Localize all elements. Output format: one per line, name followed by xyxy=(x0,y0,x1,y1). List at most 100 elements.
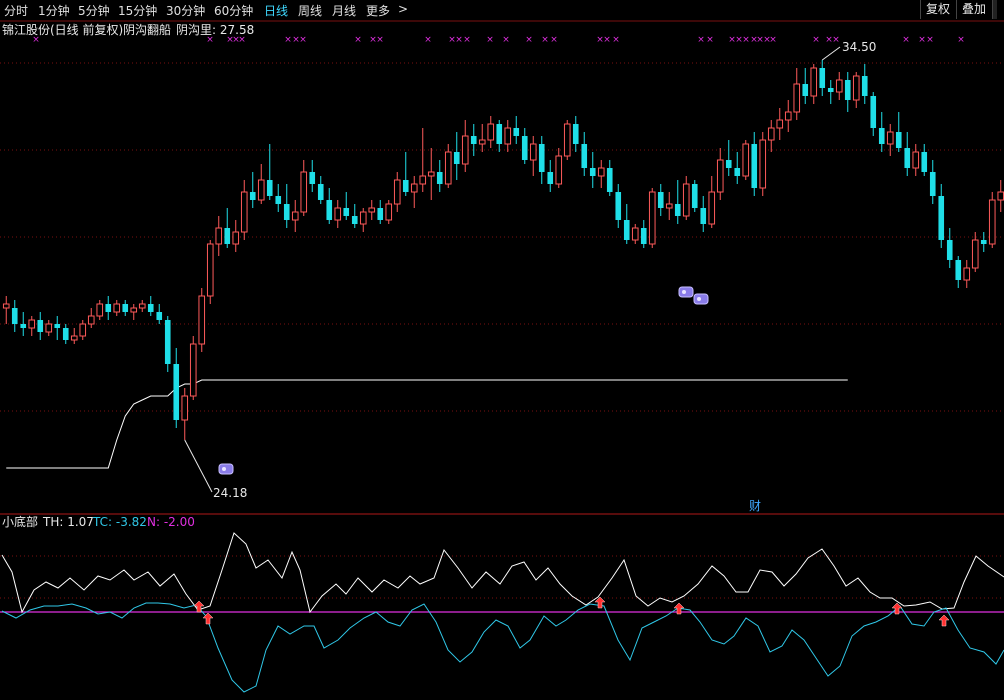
candle-body-down xyxy=(623,220,630,240)
signal-mark: × xyxy=(550,35,558,45)
candle-body-down xyxy=(436,172,443,184)
candle-body-up xyxy=(648,191,656,245)
candle-body-up xyxy=(215,227,223,245)
signal-mark: × xyxy=(486,35,494,45)
candle-body-up xyxy=(291,211,299,221)
candle-body-up xyxy=(300,171,308,213)
badge-icon xyxy=(693,293,709,305)
candle-body-down xyxy=(156,312,163,320)
candle-body-up xyxy=(393,179,401,205)
signal-mark: × xyxy=(769,35,777,45)
candle-body-down xyxy=(904,148,911,168)
candle-body-up xyxy=(444,151,452,185)
tc-line xyxy=(1,602,1004,693)
candle-body-down xyxy=(657,192,664,208)
candle-body-up xyxy=(461,135,469,165)
badge-icon xyxy=(678,286,694,298)
candle-body-down xyxy=(674,204,681,216)
candle-body-up xyxy=(70,335,78,341)
candle-body-up xyxy=(767,127,775,141)
candle-body-up xyxy=(240,191,248,233)
signal-mark: × xyxy=(354,35,362,45)
candle-body-down xyxy=(377,208,384,220)
candle-body-up xyxy=(232,231,240,245)
candle-body-down xyxy=(62,328,69,340)
low-price-label: 24.18 xyxy=(213,486,247,500)
candle-body-up xyxy=(427,171,435,177)
candle-body-down xyxy=(980,240,987,244)
signal-mark: × xyxy=(376,35,384,45)
candle-body-up xyxy=(563,123,571,157)
candle-body-up xyxy=(410,183,418,193)
candle-body-down xyxy=(955,260,962,280)
signal-mark: × xyxy=(424,35,432,45)
candle-body-down xyxy=(122,304,129,312)
candle-body-down xyxy=(20,324,27,328)
candle-body-up xyxy=(130,307,138,313)
buy-arrow-icon xyxy=(938,614,950,627)
signal-mark: × xyxy=(832,35,840,45)
candle-body-down xyxy=(878,128,885,144)
candle-body-down xyxy=(275,196,282,204)
candle-body-up xyxy=(45,323,53,333)
candle-body-up xyxy=(665,203,673,209)
candle-body-down xyxy=(249,192,256,200)
candle-body-up xyxy=(631,227,639,241)
candle-body-down xyxy=(734,168,741,176)
candle-body-down xyxy=(164,320,171,364)
candle-body-up xyxy=(742,143,750,177)
candle-body-down xyxy=(700,208,707,224)
candle-body-down xyxy=(615,192,622,220)
candle-body-down xyxy=(640,228,647,244)
high-price-label: 34.50 xyxy=(842,40,876,54)
candle-body-up xyxy=(2,303,10,309)
candle-body-up xyxy=(87,315,95,325)
signal-mark: × xyxy=(455,35,463,45)
signal-mark: × xyxy=(697,35,705,45)
candle-body-down xyxy=(895,132,902,148)
candle-body-down xyxy=(496,124,503,144)
kline-chart: × × ××× × × × × × × × × × × × × × × × × × × × × × × × ×× ×× × × × × × × × … xyxy=(0,20,1004,693)
signal-mark: × xyxy=(603,35,611,45)
candle-body-up xyxy=(478,139,486,145)
candle-body-up xyxy=(682,183,690,217)
high-pointer xyxy=(821,46,841,61)
candle-body-down xyxy=(751,144,758,188)
signal-mark: × xyxy=(502,35,510,45)
candle-body-down xyxy=(470,136,477,144)
candle-body-up xyxy=(997,191,1004,201)
candle-body-down xyxy=(351,216,358,224)
candle-body-down xyxy=(343,208,350,216)
candle-body-up xyxy=(708,191,716,225)
candle-body-up xyxy=(716,159,724,193)
candle-body-up xyxy=(597,167,605,177)
candle-body-up xyxy=(181,395,189,421)
candle-body-down xyxy=(54,324,61,328)
candle-body-down xyxy=(725,160,732,168)
candle-body-up xyxy=(784,111,792,121)
candle-body-up xyxy=(113,303,121,313)
indicator-value: 阴沟里: 27.58 xyxy=(176,23,254,37)
candle-body-up xyxy=(759,139,767,189)
candle-body-down xyxy=(946,240,953,260)
signal-mark: × xyxy=(284,35,292,45)
finance-marker[interactable]: 财 xyxy=(749,499,761,513)
candle-body-up xyxy=(198,295,206,345)
candle-body-up xyxy=(138,303,146,309)
candle-body-down xyxy=(606,168,613,192)
candles xyxy=(2,46,1004,493)
badge-icon xyxy=(218,463,234,475)
candle-body-up xyxy=(810,67,818,97)
candle-body-down xyxy=(819,68,826,88)
candle-body-up xyxy=(529,143,537,161)
candle-body-up xyxy=(487,123,495,141)
candle-body-down xyxy=(37,320,44,332)
candle-body-down xyxy=(317,184,324,200)
signal-mark: × xyxy=(541,35,549,45)
low-pointer xyxy=(184,439,213,493)
candle-body-down xyxy=(224,228,231,244)
candle-body-up xyxy=(963,267,971,281)
signal-mark: × xyxy=(902,35,910,45)
candle-body-down xyxy=(921,152,928,172)
candle-body-down xyxy=(513,128,520,136)
